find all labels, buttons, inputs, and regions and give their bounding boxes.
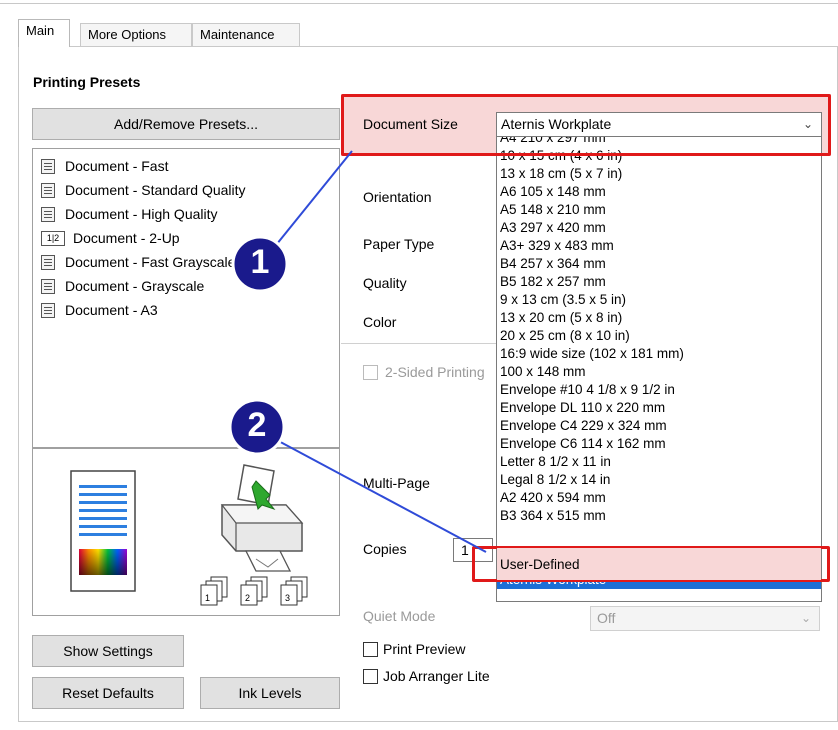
preset-item-label: Document - Fast Grayscale — [65, 254, 236, 270]
collate-icon — [200, 576, 308, 606]
dropdown-option[interactable]: A3+ 329 x 483 mm — [497, 237, 821, 255]
dropdown-option[interactable]: 13 x 20 cm (5 x 8 in) — [497, 309, 821, 327]
callout-1-number: 1 — [250, 243, 270, 281]
document-size-highlight-box — [341, 94, 831, 156]
preset-item-label: Document - High Quality — [65, 206, 218, 222]
dropdown-option[interactable]: 100 x 148 mm — [497, 363, 821, 381]
quiet-mode-value: Off — [597, 610, 616, 626]
document-icon — [41, 278, 55, 294]
dropdown-option[interactable]: 20 x 25 cm (8 x 10 in) — [497, 327, 821, 345]
document-icon — [41, 254, 55, 270]
dropdown-option[interactable]: 9 x 13 cm (3.5 x 5 in) — [497, 291, 821, 309]
quiet-mode-label: Quiet Mode — [363, 608, 436, 624]
tab-more-options[interactable]: More Options — [80, 23, 192, 46]
dropdown-option[interactable]: B3 364 x 515 mm — [497, 507, 821, 525]
color-bar-icon — [79, 549, 127, 575]
preset-item-document-standard-quality[interactable]: Document - Standard Quality — [41, 178, 246, 202]
user-defined-option-label: User-Defined — [500, 557, 580, 572]
preset-item-document-a3[interactable]: Document - A3 — [41, 298, 158, 322]
tab-maintenance[interactable]: Maintenance — [192, 23, 300, 46]
preset-item-label: Document - Grayscale — [65, 278, 205, 294]
document-icon — [41, 206, 55, 222]
dropdown-option[interactable]: Letter 8 1/2 x 11 in — [497, 453, 821, 471]
dropdown-option[interactable]: A6 105 x 148 mm — [497, 183, 821, 201]
collate-thumb-label-2: 2 — [245, 593, 251, 603]
dropdown-option[interactable]: B5 182 x 257 mm — [497, 273, 821, 291]
dropdown-option[interactable]: 16:9 wide size (102 x 181 mm) — [497, 345, 821, 363]
multi-page-label: Multi-Page — [363, 475, 430, 491]
print-preview-checkbox[interactable] — [363, 642, 378, 657]
preset-item-document-fast-grayscale[interactable]: Document - Fast Grayscale — [41, 250, 235, 274]
copies-label: Copies — [363, 541, 407, 557]
preset-list[interactable]: Document - Fast Document - Standard Qual… — [32, 148, 340, 448]
job-arranger-lite-label: Job Arranger Lite — [383, 668, 490, 684]
dropdown-option[interactable]: Envelope DL 110 x 220 mm — [497, 399, 821, 417]
printing-presets-title: Printing Presets — [33, 74, 141, 90]
dropdown-option[interactable]: A2 420 x 594 mm — [497, 489, 821, 507]
dropdown-option[interactable]: B4 257 x 364 mm — [497, 255, 821, 273]
orientation-label: Orientation — [363, 189, 432, 205]
dropdown-option[interactable]: A3 297 x 420 mm — [497, 219, 821, 237]
tab-main[interactable]: Main — [18, 19, 70, 47]
chevron-down-icon: ⌄ — [800, 611, 811, 625]
preset-item-document-fast[interactable]: Document - Fast — [41, 154, 168, 178]
two-up-icon: 1|2 — [41, 230, 65, 246]
print-preview-label: Print Preview — [383, 641, 466, 657]
quality-label: Quality — [363, 275, 407, 291]
window-top-border — [0, 3, 838, 4]
color-label: Color — [363, 314, 397, 330]
two-sided-printing-label: 2-Sided Printing — [385, 364, 485, 380]
print-preview-illustration: 1 2 3 — [32, 448, 340, 616]
document-size-dropdown-list[interactable]: A4 210 x 297 mm 10 x 15 cm (4 x 6 in) 13… — [496, 136, 822, 602]
preview-graphics — [70, 464, 308, 606]
preset-item-document-2-up[interactable]: 1|2 Document - 2-Up — [41, 226, 180, 250]
paper-type-label: Paper Type — [363, 236, 435, 252]
section-divider — [341, 343, 496, 344]
show-settings-button[interactable]: Show Settings — [32, 635, 184, 667]
preset-item-document-high-quality[interactable]: Document - High Quality — [41, 202, 218, 226]
reset-defaults-button[interactable]: Reset Defaults — [32, 677, 184, 709]
collate-thumb-label-1: 1 — [205, 593, 211, 603]
printer-icon — [220, 464, 304, 572]
callout-badge-1: 1 — [231, 235, 289, 293]
copies-value: 1 — [461, 542, 469, 558]
collate-thumb-label-3: 3 — [285, 593, 291, 603]
preset-item-label: Document - 2-Up — [73, 230, 180, 246]
dropdown-option[interactable]: Envelope C6 114 x 162 mm — [497, 435, 821, 453]
dropdown-option[interactable]: Legal 8 1/2 x 14 in — [497, 471, 821, 489]
document-icon — [41, 302, 55, 318]
callout-2-number: 2 — [247, 406, 267, 444]
preset-item-document-grayscale[interactable]: Document - Grayscale — [41, 274, 204, 298]
document-icon — [41, 158, 55, 174]
two-sided-printing-checkbox[interactable] — [363, 365, 378, 380]
ink-levels-button[interactable]: Ink Levels — [200, 677, 340, 709]
preset-item-label: Document - A3 — [65, 302, 158, 318]
preset-item-label: Document - Standard Quality — [65, 182, 246, 198]
dropdown-option[interactable]: Envelope C4 229 x 324 mm — [497, 417, 821, 435]
job-arranger-lite-checkbox[interactable] — [363, 669, 378, 684]
quiet-mode-select[interactable]: Off ⌄ — [590, 606, 820, 631]
dropdown-option[interactable]: A5 148 x 210 mm — [497, 201, 821, 219]
callout-badge-2: 2 — [228, 398, 286, 456]
dropdown-option[interactable]: Envelope #10 4 1/8 x 9 1/2 in — [497, 381, 821, 399]
add-remove-presets-button[interactable]: Add/Remove Presets... — [32, 108, 340, 140]
preset-item-label: Document - Fast — [65, 158, 169, 174]
document-icon — [41, 182, 55, 198]
dropdown-option[interactable]: 13 x 18 cm (5 x 7 in) — [497, 165, 821, 183]
